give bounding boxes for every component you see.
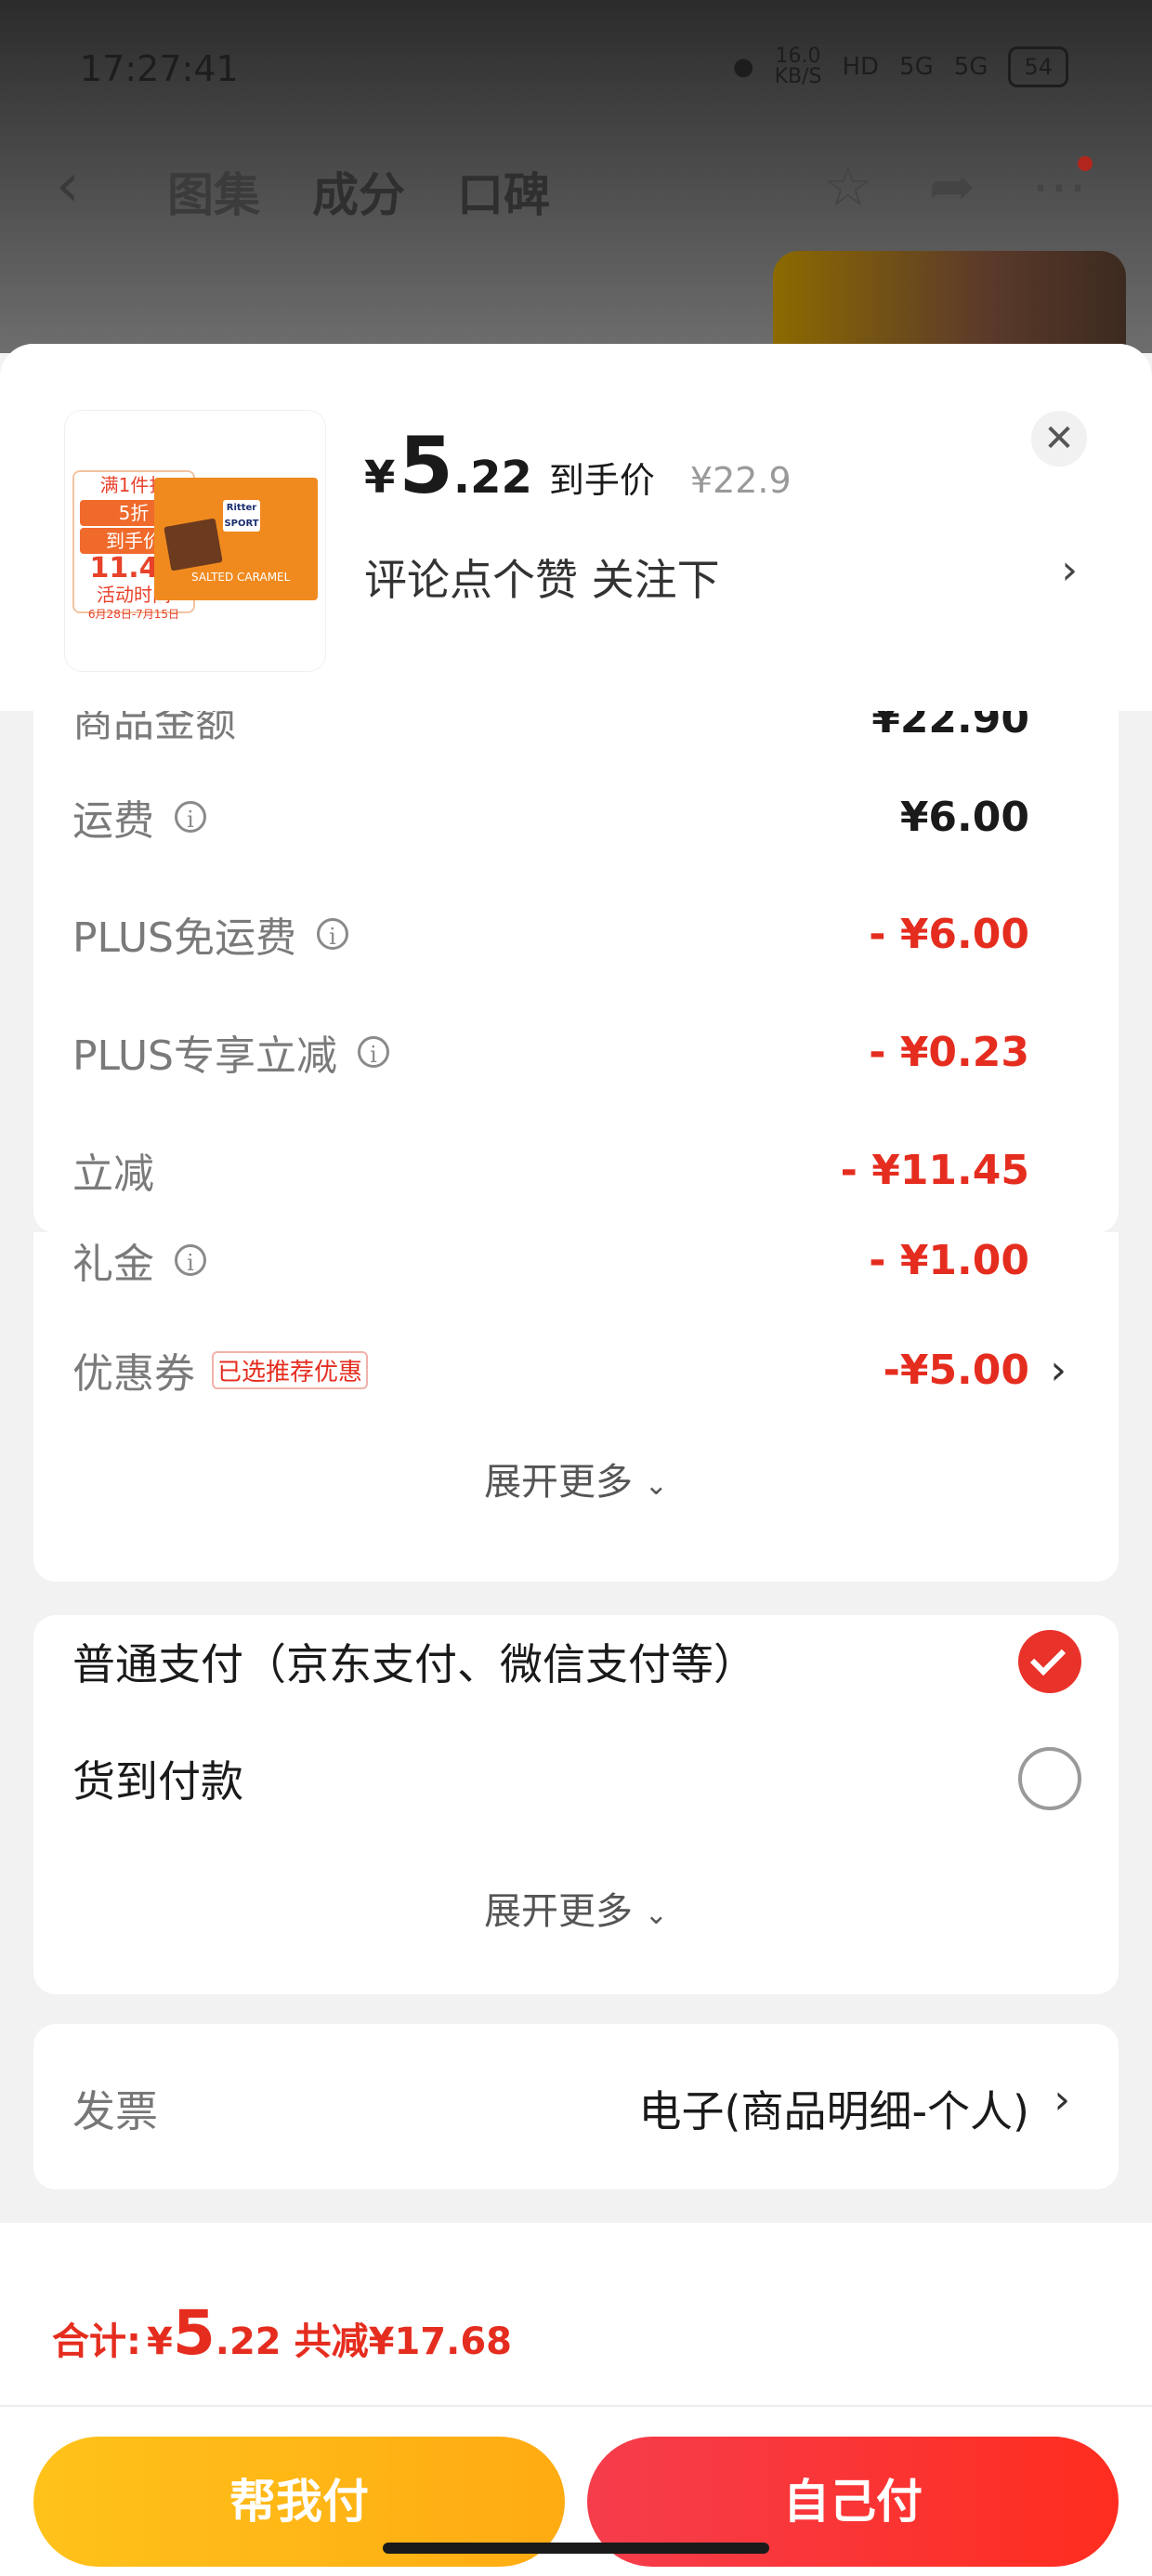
radio-checked-icon[interactable] [1018, 1630, 1081, 1693]
amount-row-shipping: 运费 i ¥6.00 [72, 789, 1029, 846]
amount-value: - ¥11.45 [840, 1146, 1029, 1194]
amount-row-plus-free-shipping: PLUS免运费 i - ¥6.00 [72, 906, 1029, 963]
amount-value: - ¥0.23 [869, 1028, 1029, 1076]
amount-value: -¥5.00 [883, 1346, 1029, 1394]
amount-label: 商品金额 [72, 711, 236, 746]
price-label: 到手价 [548, 460, 655, 501]
home-indicator [383, 2543, 769, 2554]
chevron-down-icon: ⌄ [644, 1469, 668, 1502]
amount-row-partial: 商品金额 ¥22.90 [72, 711, 1029, 746]
status-bar: 17:27:41 ● 16.0 KB/S HD 5G 5G 54 [0, 0, 1152, 130]
notification-dot [1078, 156, 1093, 171]
price-integer: 5 [399, 420, 453, 511]
promo-dates: 6月28日-7月15日 [87, 608, 180, 621]
info-icon[interactable]: i [317, 918, 348, 950]
amount-label: 优惠券 [72, 1350, 195, 1398]
payment-methods: 普通支付（京东支付、微信支付等） 货到付款 展开更多 ⌄ [33, 1615, 1119, 1994]
info-icon[interactable]: i [175, 801, 206, 833]
sheet-header: 满1件打 5折 到手价 11.45 活动时间 6月28日-7月15日 Ritte… [0, 344, 1152, 711]
product-subtitle[interactable]: 评论点个赞 关注下 [364, 546, 720, 608]
status-time: 17:27:41 [80, 48, 239, 89]
amount-label: PLUS免运费 [72, 914, 296, 962]
payment-option-label: 普通支付（京东支付、微信支付等） [72, 1639, 756, 1689]
close-icon: ✕ [1043, 417, 1075, 460]
back-arrow-icon[interactable]: ‹ [56, 156, 100, 216]
amount-label: 立减 [72, 1150, 154, 1198]
product-image: 满1件打 5折 到手价 11.45 活动时间 6月28日-7月15日 Ritte… [65, 411, 325, 671]
total-label: 合计: [52, 2320, 141, 2363]
total-saved: 共减¥17.68 [294, 2320, 512, 2363]
invoice-value: 电子(商品明细-个人) [638, 2086, 1030, 2136]
amount-value: ¥22.90 [871, 711, 1029, 743]
signal-icon-2: 5G [953, 53, 988, 81]
brand-logo: Ritter SPORT [223, 500, 260, 532]
net-speed-unit: KB/S [774, 65, 822, 88]
total-line: 合计: ¥ 5 .22 共减¥17.68 [52, 2297, 512, 2369]
tab-gallery[interactable]: 图集 [167, 158, 260, 225]
coupon-tag: 已选推荐优惠 [212, 1350, 369, 1389]
payment-option-cod[interactable]: 货到付款 [72, 1741, 1081, 1816]
nav-actions: ☆ ➦ ⋯ [823, 154, 1087, 219]
chocolate-square [164, 518, 223, 572]
total-decimal: .22 [215, 2320, 281, 2363]
amount-breakdown: 商品金额 ¥22.90 运费 i ¥6.00 PLUS免运费 i - ¥6.00… [33, 711, 1119, 1233]
amount-value: ¥6.00 [899, 793, 1029, 841]
chevron-right-icon[interactable]: › [1061, 546, 1078, 594]
info-icon[interactable]: i [358, 1036, 389, 1068]
amount-row-plus-discount: PLUS专享立减 i - ¥0.23 [72, 1024, 1029, 1081]
price-symbol: ¥ [364, 452, 396, 504]
amounts-expand-more[interactable]: 展开更多 ⌄ [33, 1452, 1119, 1505]
battery-icon: 54 [1008, 46, 1068, 87]
invoice-card[interactable]: 发票 电子(商品明细-个人) › [33, 2024, 1119, 2189]
expand-label: 展开更多 [484, 1890, 634, 1933]
amount-breakdown-lower: 礼金 i - ¥1.00 优惠券 已选推荐优惠 -¥5.00 › 展开更多 ⌄ [33, 1232, 1119, 1582]
close-button[interactable]: ✕ [1031, 411, 1087, 467]
amount-value: - ¥6.00 [869, 910, 1029, 958]
payment-option-online[interactable]: 普通支付（京东支付、微信支付等） [72, 1624, 1081, 1699]
net-speed: 16.0 KB/S [775, 46, 822, 87]
chocolate-pack: Ritter SPORT SALTED CARAMEL [154, 478, 318, 600]
tab-ingredients[interactable]: 成分 [312, 158, 405, 225]
location-icon: ● [732, 53, 754, 81]
amount-row-coupon[interactable]: 优惠券 已选推荐优惠 -¥5.00 › [72, 1342, 1067, 1399]
tab-reviews[interactable]: 口碑 [457, 158, 550, 225]
radio-unchecked-icon[interactable] [1018, 1747, 1081, 1810]
invoice-label: 发票 [72, 2086, 158, 2136]
amount-row-instant-discount: 立减 - ¥11.45 [72, 1142, 1029, 1199]
share-icon[interactable]: ➦ [929, 154, 975, 219]
divider [0, 2405, 1152, 2407]
status-icons: ● 16.0 KB/S HD 5G 5G 54 [733, 46, 1068, 87]
total-symbol: ¥ [147, 2320, 173, 2363]
top-nav: ‹ 图集 成分 口碑 ☆ ➦ ⋯ [0, 139, 1152, 242]
payment-option-label: 货到付款 [72, 1756, 243, 1807]
price-line: ¥ 5 .22 到手价 ¥22.9 [364, 420, 792, 511]
price-decimal: .22 [452, 452, 532, 504]
amount-label: PLUS专享立减 [72, 1032, 337, 1080]
amount-value: - ¥1.00 [869, 1236, 1029, 1284]
amount-label: 运费 [72, 797, 154, 845]
chevron-right-icon[interactable]: › [1050, 1347, 1067, 1394]
total-integer: 5 [172, 2297, 216, 2369]
checkout-footer: 合计: ¥ 5 .22 共减¥17.68 帮我付 自己付 [0, 2223, 1152, 2576]
original-price: ¥22.9 [689, 460, 792, 501]
expand-label: 展开更多 [484, 1461, 634, 1504]
payment-expand-more[interactable]: 展开更多 ⌄ [33, 1881, 1119, 1935]
pack-text: SALTED CARAMEL [191, 571, 291, 584]
info-icon[interactable]: i [175, 1244, 206, 1276]
nav-tabs: 图集 成分 口碑 [167, 158, 550, 225]
hd-icon: HD [842, 53, 880, 81]
signal-icon-1: 5G [899, 53, 934, 81]
chevron-down-icon: ⌄ [644, 1899, 668, 1931]
star-icon[interactable]: ☆ [823, 154, 873, 219]
amount-label: 礼金 [72, 1241, 154, 1288]
chevron-right-icon[interactable]: › [1054, 2076, 1070, 2123]
amount-row-gift: 礼金 i - ¥1.00 [72, 1232, 1029, 1289]
